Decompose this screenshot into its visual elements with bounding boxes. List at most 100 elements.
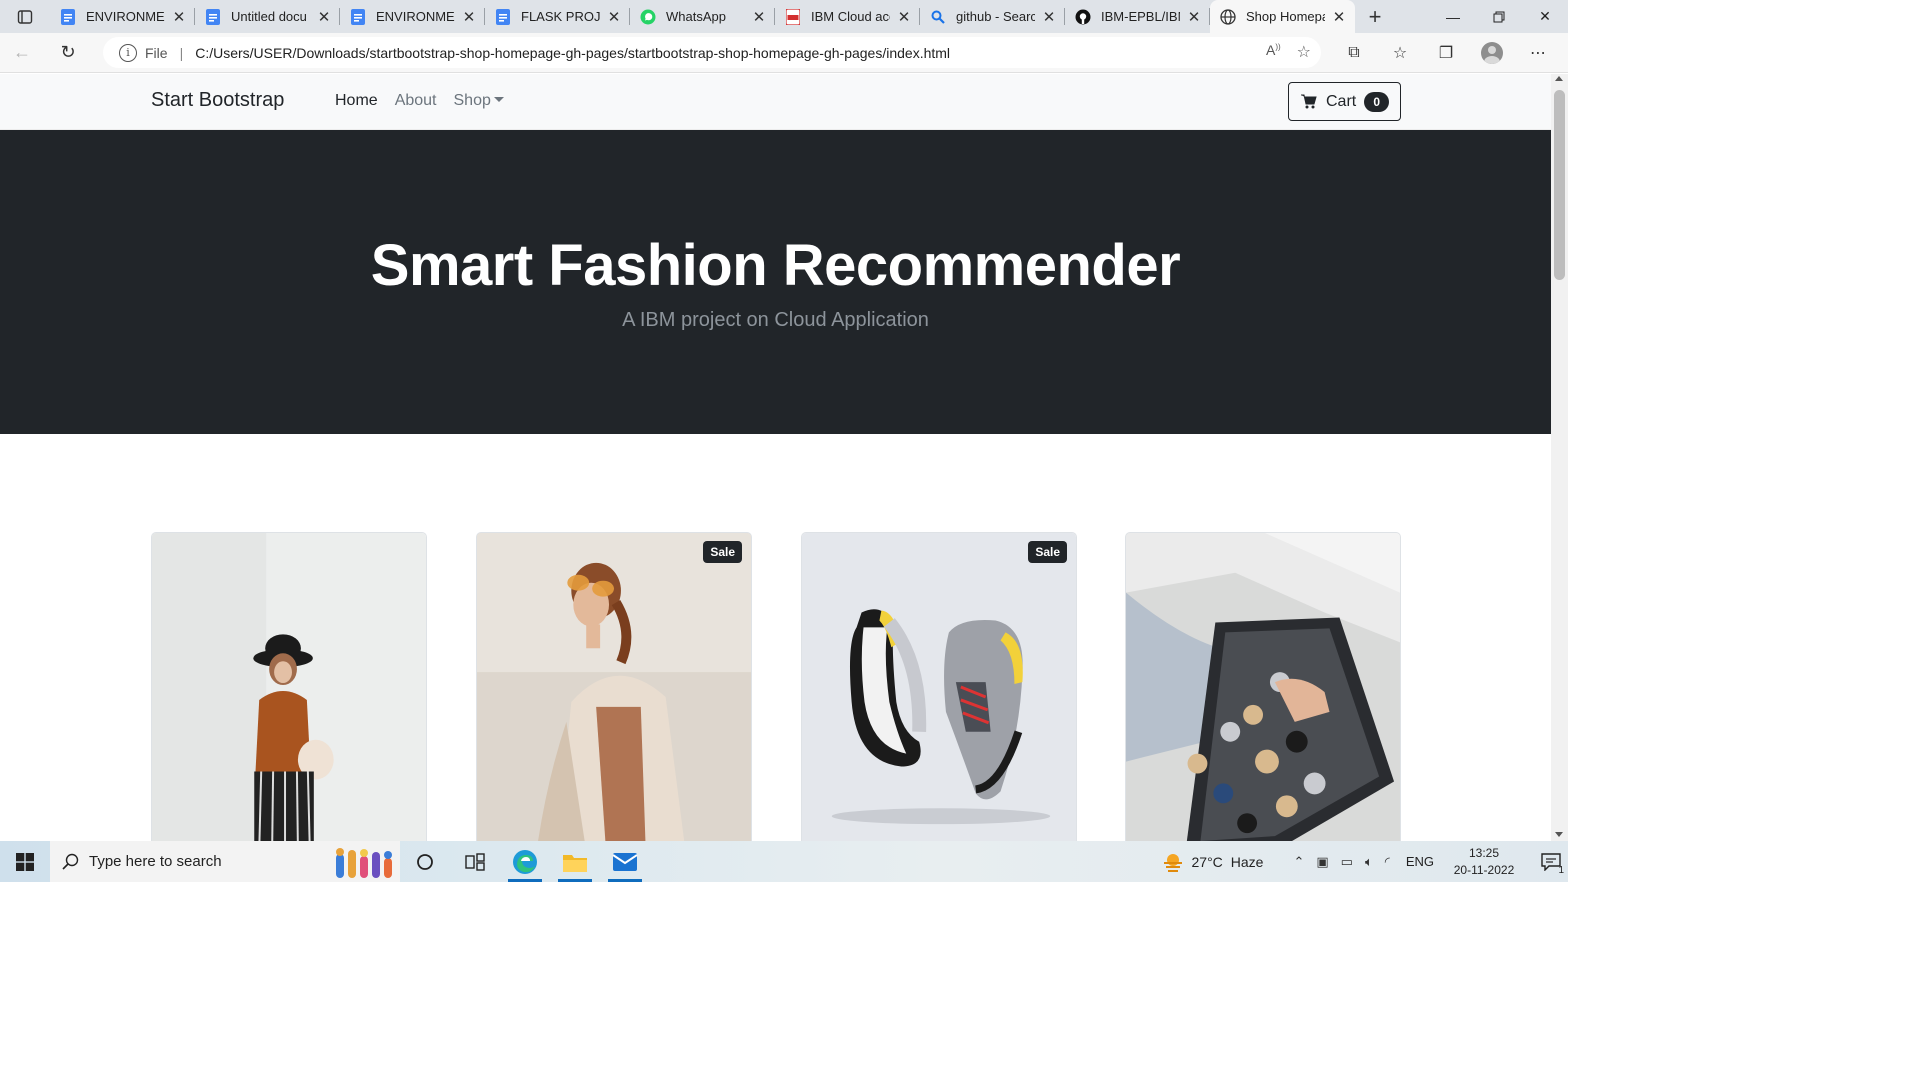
toolbar-right: ⧉ ☆ ❐ ⋯ (1334, 33, 1558, 73)
close-tab-icon[interactable]: ✕ (896, 9, 912, 26)
tab-title: Shop Homepa (1246, 9, 1325, 24)
site-navbar: Start Bootstrap Home About Shop Cart 0 (0, 74, 1551, 130)
page-scrollbar[interactable] (1551, 74, 1568, 841)
speaker-icon[interactable]: 🔈︎ (1365, 854, 1373, 870)
notification-count: 1 (1558, 865, 1564, 876)
tab-title: ENVIRONMEN (376, 9, 455, 24)
collections-button[interactable]: ❐ (1426, 33, 1466, 73)
extensions-button[interactable]: ⧉ (1334, 33, 1374, 73)
watch-collection-box-photo (1126, 533, 1400, 841)
favorites-button[interactable]: ☆ (1380, 33, 1420, 73)
search-icon (62, 853, 79, 870)
tab-actions-button[interactable] (0, 0, 50, 33)
browser-tab-3[interactable]: ENVIRONMEN ✕ (340, 0, 485, 33)
brand-link[interactable]: Start Bootstrap (151, 89, 284, 112)
profile-button[interactable] (1472, 33, 1512, 73)
scroll-down-icon[interactable] (1555, 832, 1563, 837)
language-indicator[interactable]: ENG (1406, 854, 1434, 869)
info-icon[interactable]: i (119, 43, 137, 62)
product-card[interactable]: Sale (476, 532, 752, 841)
restore-button[interactable] (1476, 0, 1522, 33)
tab-title: FLASK PROJEC (521, 9, 600, 24)
product-card[interactable] (151, 532, 427, 841)
taskbar-search-box[interactable]: Type here to search (50, 841, 400, 882)
clock-time: 13:25 (1468, 845, 1500, 860)
minimize-button[interactable]: — (1430, 0, 1476, 33)
show-hidden-icons-chevron-up-icon[interactable]: ⌃ (1293, 854, 1304, 870)
tab-title: IBM-EPBL/IBM (1101, 9, 1180, 24)
notification-center-button[interactable]: 1 (1534, 841, 1568, 882)
cart-button[interactable]: Cart 0 (1288, 82, 1401, 121)
browser-tab-5[interactable]: WhatsApp ✕ (630, 0, 775, 33)
windows-logo-icon (16, 852, 34, 871)
close-window-button[interactable]: ✕ (1522, 0, 1568, 33)
product-card[interactable]: Sale (801, 532, 1077, 841)
edge-icon (513, 849, 537, 874)
google-docs-icon (60, 8, 76, 25)
browser-tab-strip: ENVIRONMEN ✕ Untitled docu ✕ ENVIRONMEN … (0, 0, 1568, 33)
clock[interactable]: 13:25 20-11-2022 (1444, 845, 1524, 879)
restore-icon (1493, 11, 1505, 22)
refresh-button[interactable]: ↻ (46, 33, 90, 73)
back-button[interactable]: ← (0, 33, 44, 73)
browser-toolbar: ← ↻ i File | C:/Users/USER/Downloads/sta… (0, 33, 1568, 73)
browser-tab-2[interactable]: Untitled docu ✕ (195, 0, 340, 33)
nav-about-link[interactable]: About (395, 92, 437, 110)
browser-tab-active[interactable]: Shop Homepa ✕ (1210, 0, 1355, 33)
chevron-down-icon (493, 97, 504, 102)
browser-tab-1[interactable]: ENVIRONMEN ✕ (50, 0, 195, 33)
close-tab-icon[interactable]: ✕ (1186, 9, 1202, 26)
minimize-icon: — (1446, 8, 1460, 25)
address-bar[interactable]: i File | C:/Users/USER/Downloads/startbo… (103, 37, 1321, 68)
close-tab-icon[interactable]: ✕ (1041, 9, 1057, 26)
cortana-button[interactable] (400, 841, 450, 882)
read-aloud-icon[interactable]: A)) (1266, 42, 1281, 62)
collections-icon: ❐ (1438, 45, 1454, 62)
close-tab-icon[interactable]: ✕ (751, 9, 767, 26)
google-docs-icon (350, 8, 366, 25)
tab-title: ENVIRONMEN (86, 9, 165, 24)
browser-tab-6[interactable]: IBM Cloud acc ✕ (775, 0, 920, 33)
nav-home-link[interactable]: Home (335, 92, 378, 110)
hero-banner: Smart Fashion Recommender A IBM project … (0, 130, 1551, 434)
weather-temperature: 27°C (1191, 853, 1223, 870)
meet-now-icon[interactable]: ▣ (1316, 854, 1328, 870)
avatar (1481, 42, 1503, 64)
plus-icon: + (1368, 3, 1382, 29)
close-icon: ✕ (1539, 8, 1551, 24)
weather-widget[interactable]: 27°C Haze (1162, 852, 1263, 872)
close-tab-icon[interactable]: ✕ (316, 9, 332, 26)
taskbar-file-explorer-app[interactable] (550, 841, 600, 882)
floating-sneakers-photo (802, 533, 1076, 841)
battery-icon[interactable]: ▭ (1341, 854, 1353, 870)
browser-tab-7[interactable]: github - Searc ✕ (920, 0, 1065, 33)
tab-title: Untitled docu (231, 9, 307, 24)
nav-shop-dropdown[interactable]: Shop (454, 92, 504, 110)
product-card[interactable] (1125, 532, 1401, 841)
globe-icon (1220, 8, 1236, 25)
scroll-thumb[interactable] (1554, 90, 1565, 280)
favorites-icon: ☆ (1392, 45, 1408, 62)
new-tab-button[interactable]: + (1355, 0, 1395, 33)
search-placeholder: Type here to search (89, 853, 222, 870)
start-button[interactable] (0, 841, 50, 882)
scroll-up-icon[interactable] (1555, 76, 1563, 81)
task-view-icon (465, 852, 485, 871)
browser-tab-8[interactable]: IBM-EPBL/IBM ✕ (1065, 0, 1210, 33)
browser-tab-4[interactable]: FLASK PROJEC ✕ (485, 0, 630, 33)
add-favorite-icon[interactable]: ☆ (1297, 42, 1311, 62)
url-text[interactable]: C:/Users/USER/Downloads/startbootstrap-s… (195, 45, 950, 61)
close-tab-icon[interactable]: ✕ (1331, 9, 1347, 26)
close-tab-icon[interactable]: ✕ (171, 9, 187, 26)
woman-in-sunglasses-photo (477, 533, 751, 841)
settings-menu-button[interactable]: ⋯ (1518, 33, 1558, 73)
cart-icon (1301, 94, 1317, 109)
close-tab-icon[interactable]: ✕ (461, 9, 477, 26)
taskbar-edge-app[interactable] (500, 841, 550, 882)
close-tab-icon[interactable]: ✕ (606, 9, 622, 26)
taskbar-mail-app[interactable] (600, 841, 650, 882)
tab-title: IBM Cloud acc (811, 9, 890, 24)
task-view-button[interactable] (450, 841, 500, 882)
wifi-icon[interactable]: ◜ (1385, 854, 1390, 870)
clock-date: 20-11-2022 (1453, 862, 1515, 877)
